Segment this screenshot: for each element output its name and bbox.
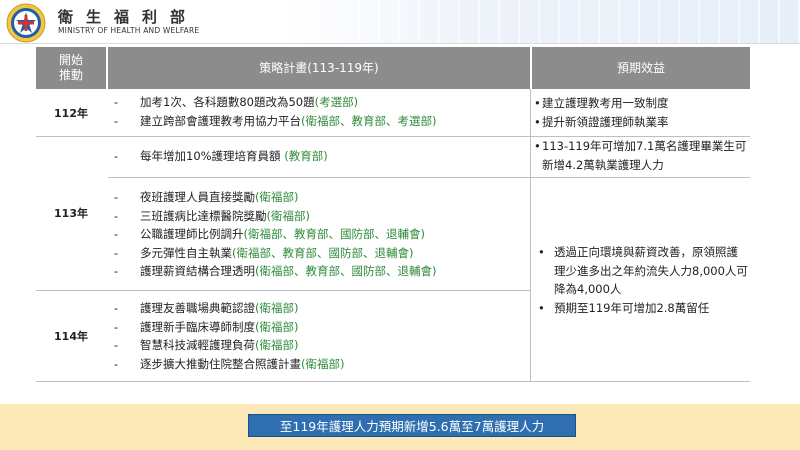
year-114: 114年 xyxy=(54,329,88,343)
column-divider xyxy=(530,89,531,381)
list-item: - 每年增加10%護理培育員額 (教育部) xyxy=(114,149,328,163)
list-item: - 護理友善職場典範認證(衛福部) xyxy=(114,301,299,315)
header-start-year: 開始 推動 xyxy=(36,47,106,89)
benefit-list-114: 透過正向環境與薪資改善，原領照護理少進多出之年約流失人力8,000人可降為4,0… xyxy=(534,243,748,317)
list-item: - 公職護理師比例調升(衛福部、教育部、國防部、退輔會) xyxy=(114,227,425,241)
list-item: - 夜班護理人員直接獎勵(衛福部) xyxy=(114,190,299,204)
page-header: 衛生福利部 MINISTRY OF HEALTH AND WELFARE xyxy=(0,0,800,44)
row-divider xyxy=(108,177,750,178)
benefit-list-113: 113-119年可增加7.1萬名護理畢業生可新增4.2萬執業護理人力 xyxy=(534,137,748,174)
benefit-list-112: 建立護理教考用一致制度 提升新領證護理師執業率 xyxy=(534,94,748,131)
plan-list-112: - 加考1次、各科題數80題改為50題(考選部) - 建立跨部會護理教考用協力平台(… xyxy=(114,93,436,130)
list-item: 預期至119年可增加2.8萬留任 xyxy=(534,299,748,318)
year-112: 112年 xyxy=(54,106,88,120)
table-header-row: 開始 推動 策略計畫(113-119年) 預期效益 xyxy=(36,47,750,89)
list-item: 113-119年可增加7.1萬名護理畢業生可新增4.2萬執業護理人力 xyxy=(534,137,748,174)
summary-banner: 至119年護理人力預期新增5.6萬至7萬護理人力 xyxy=(248,414,576,437)
list-item: 透過正向環境與薪資改善，原領照護理少進多出之年約流失人力8,000人可降為4,0… xyxy=(534,243,748,299)
list-item: - 逐步擴大推動住院整合照護計畫(衛福部) xyxy=(114,356,345,371)
list-item: - 建立跨部會護理教考用協力平台(衛福部、教育部、考選部) xyxy=(114,113,437,128)
list-item: 提升新領證護理師執業率 xyxy=(534,113,748,132)
header-strategy-plan: 策略計畫(113-119年) xyxy=(108,47,530,89)
ministry-name-chinese: 衛生福利部 xyxy=(58,8,199,26)
table-bottom-border xyxy=(36,381,750,382)
list-item: - 護理新手臨床導師制度(衛福部) xyxy=(114,319,299,334)
list-item: 建立護理教考用一致制度 xyxy=(534,94,748,113)
plan-list-113-b: - 夜班護理人員直接獎勵(衛福部) - 三班護病比達標醫院獎勵(衛福部) - 公職護理… xyxy=(114,188,436,281)
year-113: 113年 xyxy=(54,207,88,220)
ministry-name-english: MINISTRY OF HEALTH AND WELFARE xyxy=(58,26,200,35)
header-decoration xyxy=(340,0,800,44)
list-item: - 護理薪資結構合理透明(衛福部、教育部、國防部、退輔會) xyxy=(114,264,437,278)
list-item: - 多元彈性自主執業(衛福部、教育部、國防部、退輔會) xyxy=(114,245,414,260)
header-expected-benefit: 預期效益 xyxy=(532,47,750,89)
header-divider xyxy=(0,43,800,44)
list-item: - 智慧科技減輕護理負荷(衛福部) xyxy=(114,338,299,352)
plan-list-113-a: - 每年增加10%護理培育員額 (教育部) xyxy=(114,147,328,166)
ministry-logo-icon xyxy=(6,3,46,43)
list-item: - 加考1次、各科題數80題改為50題(考選部) xyxy=(114,95,359,109)
list-item: - 三班護病比達標醫院獎勵(衛福部) xyxy=(114,208,310,223)
row-divider xyxy=(36,290,530,291)
plan-list-114: - 護理友善職場典範認證(衛福部) - 護理新手臨床導師制度(衛福部) - 智慧科技減… xyxy=(114,299,344,373)
